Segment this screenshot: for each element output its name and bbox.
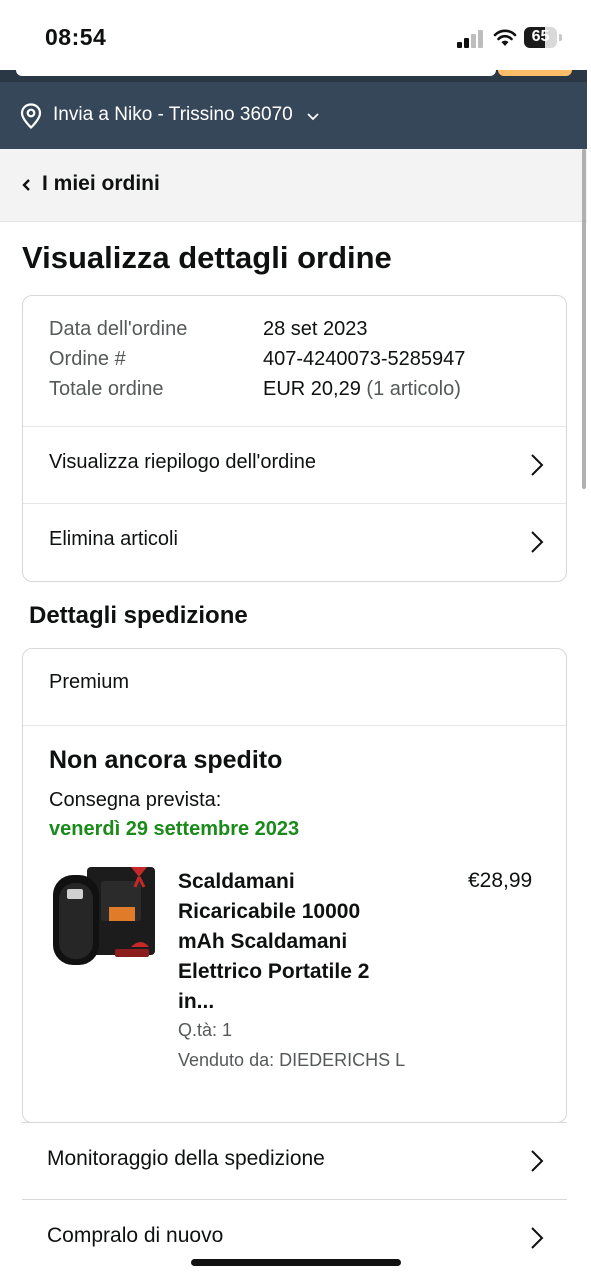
shipment-status: Non ancora spedito [49, 746, 283, 774]
search-button[interactable] [498, 70, 572, 76]
shipment-card: Premium Non ancora spedito Consegna prev… [22, 648, 567, 1123]
battery-percent: 65 [531, 28, 550, 45]
product-seller: Venduto da: DIEDERICHS L [178, 1050, 406, 1070]
order-date-value: 28 set 2023 [263, 318, 368, 340]
product-title-link[interactable]: Scaldamani Ricaricabile 10000 mAh Scalda… [178, 867, 398, 1017]
delete-items-row[interactable]: Elimina articoli [23, 503, 566, 581]
order-total-items: (1 articolo) [366, 378, 461, 400]
track-shipment-row[interactable]: Monitoraggio della spedizione [22, 1122, 567, 1200]
order-total-value: EUR 20,29 (1 articolo) [263, 378, 461, 401]
view-order-summary-row[interactable]: Visualizza riepilogo dell'ordine [23, 426, 566, 504]
home-indicator[interactable] [191, 1259, 401, 1266]
expected-delivery-label: Consegna prevista: [49, 789, 222, 811]
buy-again-label: Compralo di nuovo [47, 1224, 224, 1247]
chevron-right-icon [531, 1150, 544, 1172]
back-label: I miei ordini [42, 172, 160, 195]
back-to-orders-link[interactable]: I miei ordini [0, 149, 587, 222]
order-total-label: Totale ordine [49, 378, 164, 400]
chevron-right-icon [531, 454, 544, 476]
chevron-down-icon [307, 113, 319, 121]
order-total-amount: EUR 20,29 [263, 378, 361, 400]
location-pin-icon [20, 103, 42, 129]
order-number-label: Ordine # [49, 348, 126, 370]
divider [23, 725, 566, 726]
delivery-location-bar[interactable]: Invia a Niko - Trissino 36070 [0, 82, 587, 149]
shipping-speed: Premium [49, 671, 130, 693]
cellular-signal-icon [457, 30, 483, 48]
chevron-right-icon [531, 531, 544, 553]
delete-items-label: Elimina articoli [49, 528, 178, 550]
chevron-left-icon [22, 179, 30, 191]
shipping-details-heading: Dettagli spedizione [29, 602, 248, 629]
scrollbar[interactable] [582, 149, 586, 489]
chevron-right-icon [531, 1227, 544, 1249]
status-bar: 08:54 65 [0, 0, 591, 72]
wifi-icon [493, 29, 517, 46]
delivery-address: Invia a Niko - Trissino 36070 [53, 104, 293, 125]
app-header [0, 70, 587, 82]
product-quantity: Q.tà: 1 [178, 1020, 233, 1040]
view-order-summary-label: Visualizza riepilogo dell'ordine [49, 451, 316, 473]
page-title: Visualizza dettagli ordine [22, 240, 392, 275]
expected-delivery-date: venerdì 29 settembre 2023 [49, 818, 300, 840]
track-shipment-label: Monitoraggio della spedizione [47, 1147, 325, 1170]
product-price: €28,99 [468, 869, 533, 892]
search-input[interactable] [16, 70, 496, 76]
order-info-card: Data dell'ordine 28 set 2023 Ordine # 40… [22, 295, 567, 582]
product-image[interactable] [49, 863, 159, 975]
status-time: 08:54 [45, 24, 107, 50]
battery-indicator: 65 [524, 27, 562, 48]
order-number-value: 407-4240073-5285947 [263, 348, 466, 370]
order-date-label: Data dell'ordine [49, 318, 188, 340]
